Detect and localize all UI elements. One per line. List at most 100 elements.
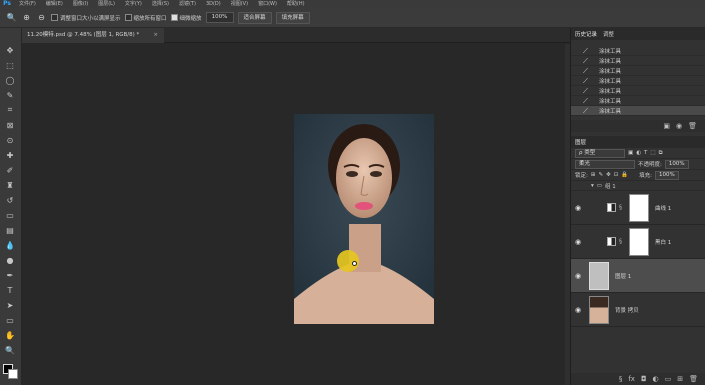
layer-row[interactable]: ◉ § 黑白 1 bbox=[571, 225, 705, 259]
zoom-in-icon[interactable]: ⊕ bbox=[21, 12, 32, 23]
layer-row-selected[interactable]: ◉ 图层 1 bbox=[571, 259, 705, 293]
lock-pixels-icon[interactable]: ⊞ bbox=[591, 172, 596, 178]
layer-row[interactable]: ◉ 背景 拷贝 bbox=[571, 293, 705, 327]
tab-layers[interactable]: 图层 bbox=[575, 138, 586, 146]
lock-artboard-icon[interactable]: ⊡ bbox=[614, 172, 619, 178]
path-select-tool-icon[interactable]: ➤ bbox=[3, 299, 17, 311]
brush-tool-icon[interactable]: ✐ bbox=[3, 164, 17, 176]
filter-adjustment-icon[interactable]: ◐ bbox=[636, 150, 641, 156]
document-image[interactable] bbox=[294, 114, 434, 324]
group-collapse-icon[interactable]: ▾ bbox=[591, 183, 594, 189]
new-document-from-state-icon[interactable]: ▣ bbox=[663, 122, 670, 130]
document-tab[interactable]: 11.20模特.psd @ 7.48% (图层 1, RGB/8) * × bbox=[22, 28, 164, 43]
layer-mask-thumbnail[interactable] bbox=[629, 193, 649, 222]
healing-tool-icon[interactable]: ✚ bbox=[3, 149, 17, 161]
shape-tool-icon[interactable]: ▭ bbox=[3, 314, 17, 326]
menu-file[interactable]: 文件(F) bbox=[14, 0, 41, 8]
fill-screen-button[interactable]: 填充屏幕 bbox=[275, 11, 310, 24]
menu-filter[interactable]: 滤镜(T) bbox=[174, 0, 201, 8]
menu-select[interactable]: 选择(S) bbox=[147, 0, 174, 8]
stamp-tool-icon[interactable]: ♜ bbox=[3, 179, 17, 191]
link-layers-icon[interactable]: § bbox=[619, 375, 623, 383]
type-tool-icon[interactable]: T bbox=[3, 284, 17, 296]
layer-kind-filter-select[interactable]: ρ 类型 bbox=[575, 148, 625, 158]
menu-edit[interactable]: 编辑(E) bbox=[41, 0, 68, 8]
marquee-tool-icon[interactable]: ⬚ bbox=[3, 59, 17, 71]
visibility-eye-icon[interactable]: ◉ bbox=[571, 204, 585, 212]
blur-tool-icon[interactable]: 💧 bbox=[3, 239, 17, 251]
history-item[interactable]: ⟋ 涂抹工具 bbox=[571, 86, 705, 96]
add-mask-icon[interactable]: ◘ bbox=[641, 375, 647, 383]
dodge-tool-icon[interactable]: ● bbox=[3, 254, 17, 266]
zoom-all-checkbox[interactable]: 缩放所有窗口 bbox=[124, 14, 167, 22]
menu-view[interactable]: 视图(V) bbox=[226, 0, 253, 8]
close-icon[interactable]: × bbox=[153, 28, 158, 43]
zoom-value-button[interactable]: 100% bbox=[205, 12, 234, 23]
zoom-tool-icon[interactable]: 🔍 bbox=[6, 12, 17, 23]
layer-mask-thumbnail[interactable] bbox=[629, 227, 649, 256]
visibility-eye-icon[interactable]: ◉ bbox=[571, 306, 585, 314]
filter-shape-icon[interactable]: ⬚ bbox=[650, 150, 655, 156]
visibility-eye-icon[interactable]: ◉ bbox=[571, 272, 585, 280]
canvas-area[interactable] bbox=[22, 44, 570, 385]
gradient-tool-icon[interactable]: ▤ bbox=[3, 224, 17, 236]
visibility-eye-icon[interactable]: ◉ bbox=[571, 238, 585, 246]
layer-row[interactable]: ◉ § 曲线 1 bbox=[571, 191, 705, 225]
history-item[interactable]: ⟋ 涂抹工具 bbox=[571, 56, 705, 66]
snapshot-camera-icon[interactable]: ◉ bbox=[676, 122, 682, 130]
crop-tool-icon[interactable]: ⌗ bbox=[3, 104, 17, 116]
history-item[interactable]: ⟋ 涂抹工具 bbox=[571, 46, 705, 56]
adjustment-layer-icon[interactable]: ◐ bbox=[653, 375, 659, 383]
opacity-input[interactable]: 100% bbox=[664, 159, 689, 169]
history-item[interactable]: ⟋ 涂抹工具 bbox=[571, 96, 705, 106]
menu-3d[interactable]: 3D(D) bbox=[201, 0, 226, 8]
menu-image[interactable]: 图像(I) bbox=[68, 0, 93, 8]
resize-windows-checkbox[interactable]: 调整窗口大小以满屏显示 bbox=[51, 14, 121, 22]
filter-smart-icon[interactable]: ⧉ bbox=[659, 150, 663, 157]
filter-pixel-icon[interactable]: ▣ bbox=[628, 150, 633, 156]
fill-input[interactable]: 100% bbox=[655, 170, 679, 180]
lock-all-icon[interactable]: 🔒 bbox=[621, 172, 628, 178]
pen-tool-icon[interactable]: ✒ bbox=[3, 269, 17, 281]
new-layer-icon[interactable]: ⊞ bbox=[677, 375, 683, 383]
chain-link-icon[interactable]: § bbox=[619, 238, 625, 245]
history-brush-icon[interactable]: ↺ bbox=[3, 194, 17, 206]
filter-type-icon[interactable]: T bbox=[644, 150, 647, 156]
blend-mode-select[interactable]: 柔光 bbox=[575, 159, 635, 169]
move-tool-icon[interactable]: ✥ bbox=[3, 44, 17, 56]
quick-select-tool-icon[interactable]: ✎ bbox=[3, 89, 17, 101]
scrubby-zoom-checkbox[interactable]: 细微缩放 bbox=[170, 14, 202, 22]
checkbox-box[interactable] bbox=[51, 14, 58, 21]
menu-type[interactable]: 文字(Y) bbox=[120, 0, 147, 8]
background-color-swatch[interactable] bbox=[8, 369, 18, 379]
layer-thumbnail[interactable] bbox=[589, 261, 609, 290]
history-item-selected[interactable]: ⟋ 涂抹工具 bbox=[571, 106, 705, 116]
history-item[interactable]: ⟋ 涂抹工具 bbox=[571, 76, 705, 86]
fit-screen-button[interactable]: 适合屏幕 bbox=[237, 11, 272, 24]
layer-style-fx-icon[interactable]: fx bbox=[628, 375, 635, 383]
delete-trash-icon[interactable]: 🗑 bbox=[688, 122, 697, 130]
delete-layer-icon[interactable]: 🗑 bbox=[689, 375, 698, 383]
tab-adjustments[interactable]: 调整 bbox=[603, 30, 614, 38]
layer-photo-thumbnail[interactable] bbox=[589, 295, 609, 324]
eraser-tool-icon[interactable]: ▭ bbox=[3, 209, 17, 221]
chain-link-icon[interactable]: § bbox=[619, 204, 625, 211]
menu-window[interactable]: 窗口(W) bbox=[253, 0, 282, 8]
history-item[interactable]: ⟋ 涂抹工具 bbox=[571, 66, 705, 76]
checkbox-box-checked[interactable] bbox=[170, 14, 178, 21]
tools-panel: ✥ ⬚ ◯ ✎ ⌗ ⊠ ⊙ ✚ ✐ ♜ ↺ ▭ ▤ 💧 ● ✒ T ➤ ▭ ✋ … bbox=[0, 28, 22, 385]
tab-history[interactable]: 历史记录 bbox=[575, 30, 597, 38]
frame-tool-icon[interactable]: ⊠ bbox=[3, 119, 17, 131]
checkbox-box[interactable] bbox=[124, 14, 132, 21]
layer-group[interactable]: ▾ ▭ 组 1 bbox=[571, 181, 705, 191]
lasso-tool-icon[interactable]: ◯ bbox=[3, 74, 17, 86]
new-group-icon[interactable]: ▭ bbox=[665, 375, 672, 383]
menu-help[interactable]: 帮助(H) bbox=[282, 0, 310, 8]
lock-position-icon[interactable]: ✥ bbox=[606, 172, 611, 178]
lock-paint-icon[interactable]: ✎ bbox=[598, 172, 603, 178]
menu-layer[interactable]: 图层(L) bbox=[93, 0, 120, 8]
hand-tool-icon[interactable]: ✋ bbox=[3, 329, 17, 341]
zoom-out-icon[interactable]: ⊖ bbox=[36, 12, 47, 23]
zoom-tool-sidebar-icon[interactable]: 🔍 bbox=[3, 344, 17, 356]
eyedropper-tool-icon[interactable]: ⊙ bbox=[3, 134, 17, 146]
